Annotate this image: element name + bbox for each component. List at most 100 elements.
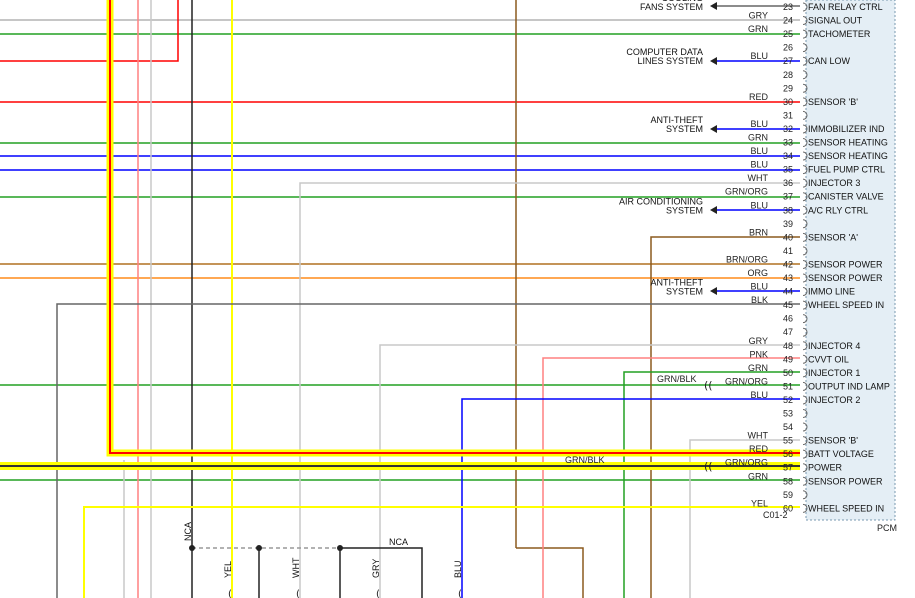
system-label: FANS SYSTEM: [640, 2, 703, 12]
pin-number: 25: [783, 29, 793, 39]
pin-number: 31: [783, 110, 793, 120]
pin-function: TACHOMETER: [808, 29, 871, 39]
pin-function: BATT VOLTAGE: [808, 449, 874, 459]
pin-function: SENSOR POWER: [808, 476, 883, 486]
pin-function: SENSOR HEATING: [808, 138, 888, 148]
pin-number: 23: [783, 2, 793, 12]
arrowhead-pin38: [710, 206, 717, 214]
pin-function: WHEEL SPEED IN: [808, 300, 884, 310]
pin-function: FUEL PUMP CTRL: [808, 165, 885, 175]
wire-color-label: BLU: [750, 119, 768, 129]
label-wht: WHT: [291, 557, 301, 578]
pin-number: 30: [783, 97, 793, 107]
wire-color-label: BLU: [750, 160, 768, 170]
wire-color-label: BLU: [750, 390, 768, 400]
pin-function: SENSOR 'A': [808, 232, 858, 242]
pin-function: A/C RLY CTRL: [808, 205, 868, 215]
wire-color-label: BLU: [750, 146, 768, 156]
wire-color-label: WHT: [748, 431, 769, 441]
pin-function: OUTPUT IND LAMP: [808, 381, 890, 391]
system-labels: COOLINGFANS SYSTEMCOMPUTER DATALINES SYS…: [619, 0, 704, 297]
pin-function: SENSOR POWER: [808, 273, 883, 283]
pin-function: SENSOR POWER: [808, 259, 883, 269]
bottom-connector-yel: (: [228, 589, 232, 598]
pin-number: 43: [783, 273, 793, 283]
pin-function: SENSOR 'B': [808, 436, 858, 446]
pin-function: INJECTOR 1: [808, 368, 860, 378]
pin-function: WHEEL SPEED IN: [808, 503, 884, 513]
wire-color-label: YEL: [751, 498, 768, 508]
pin-number: 46: [783, 314, 793, 324]
label-pin51-splice: GRN/BLK: [657, 374, 697, 384]
pin-number: 59: [783, 490, 793, 500]
wire-color-label: GRN/ORG: [725, 458, 768, 468]
system-label: SYSTEM: [666, 287, 703, 297]
wire-color-label: GRY: [749, 11, 768, 21]
pin-function: POWER: [808, 463, 843, 473]
pin-number: 57: [783, 463, 793, 473]
pin-number: 37: [783, 192, 793, 202]
label-yel: YEL: [223, 561, 233, 578]
bottom-connector-wht: (: [296, 589, 300, 598]
splice-symbol-pin51: ((: [704, 379, 713, 392]
pin-number: 55: [783, 436, 793, 446]
pin-number: 24: [783, 16, 793, 26]
pin-function: INJECTOR 3: [808, 178, 860, 188]
pin-number: 45: [783, 300, 793, 310]
pin-number: 58: [783, 476, 793, 486]
pin-function: CVVT OIL: [808, 354, 849, 364]
wire-color-label: BLU: [750, 200, 768, 210]
wire-color-label: RED: [749, 92, 769, 102]
pin-number: 51: [783, 381, 793, 391]
pin-number: 56: [783, 449, 793, 459]
pin-function: FAN RELAY CTRL: [808, 2, 883, 12]
splice-symbol-pin57: ((: [704, 460, 713, 473]
pin-function: IMMO LINE: [808, 287, 855, 297]
arrowhead-pin27: [710, 57, 717, 65]
pin-number: 32: [783, 124, 793, 134]
wire-color-label: GRN: [748, 133, 768, 143]
pin-number: 52: [783, 395, 793, 405]
pin-number: 48: [783, 341, 793, 351]
module-name: PCM: [877, 523, 897, 533]
wire-pin36-wht: [299, 182, 800, 598]
pin-function: CAN LOW: [808, 56, 851, 66]
pin-number: 29: [783, 83, 793, 93]
splice-dot-1: [189, 545, 195, 551]
pin-function: INJECTOR 2: [808, 395, 860, 405]
wire-color-label: GRN/ORG: [725, 187, 768, 197]
wire-color-label: PNK: [749, 349, 768, 359]
wire-color-label: ORG: [747, 268, 768, 278]
wire-color-label: BLU: [750, 282, 768, 292]
pin-number: 49: [783, 354, 793, 364]
pin-number: 47: [783, 327, 793, 337]
pin-number: 41: [783, 246, 793, 256]
wire-color-label: GRN: [748, 471, 768, 481]
wire-color-label: GRY: [749, 336, 768, 346]
wire-brn-bottom: [516, 547, 584, 598]
wire-pin52-blu: [461, 398, 800, 598]
label-nca-right: NCA: [389, 537, 408, 547]
pin-number: 44: [783, 287, 793, 297]
wiring-diagram: PCM C01-2 (( (( GRN/BLK GRN/BLK ((((…: [0, 0, 897, 598]
label-gry: GRY: [371, 559, 381, 578]
pin-function: SENSOR 'B': [808, 97, 858, 107]
pin-number: 35: [783, 165, 793, 175]
label-blu: BLU: [453, 560, 463, 578]
pin-number: 26: [783, 43, 793, 53]
wire-color-label: RED: [749, 444, 769, 454]
pin-function: INJECTOR 4: [808, 341, 860, 351]
wire-color-label: BLU: [750, 51, 768, 61]
system-label: SYSTEM: [666, 205, 703, 215]
wire-nca-right: [340, 547, 423, 598]
pin-number: 53: [783, 409, 793, 419]
pin-function: SIGNAL OUT: [808, 16, 863, 26]
pin-number: 28: [783, 70, 793, 80]
arrowhead-pin32: [710, 125, 717, 133]
wire-color-label: BRN: [749, 227, 768, 237]
pin-number: 33: [783, 138, 793, 148]
label-pin57-harness: GRN/BLK: [565, 455, 605, 465]
splice-dot-2: [256, 545, 262, 551]
pin-number: 27: [783, 56, 793, 66]
wire-color-label: GRN: [748, 24, 768, 34]
